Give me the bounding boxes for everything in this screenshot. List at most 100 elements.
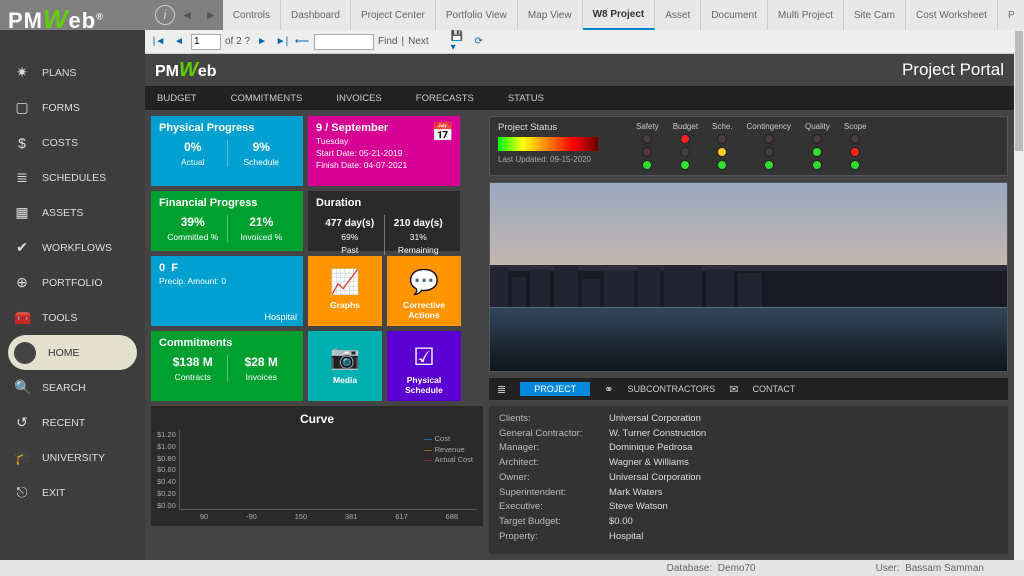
find-input[interactable] [314,34,374,50]
tab-subcontractors[interactable]: SUBCONTRACTORS [627,384,715,394]
nav-icon: ≣ [14,169,30,186]
top-tab[interactable]: Multi Project [768,0,844,30]
top-tab[interactable]: P [998,0,1024,30]
camera-icon: 📷 [316,343,374,372]
kpi-col: Safety [636,122,659,170]
status-gradient [498,137,598,151]
tile-duration[interactable]: Duration 477 day(s)69%Past 210 day(s)31%… [308,191,460,251]
status-bar: Database: Demo70 User: Bassam Samman [0,560,1024,576]
first-page-icon[interactable]: |◄ [151,34,167,50]
sidebar-item[interactable]: ⊕PORTFOLIO [0,265,145,300]
status-dot [850,134,860,144]
chat-icon: 💬 [395,268,453,297]
kpi-col: Scope [844,122,867,170]
tile-date[interactable]: 9 / September Tuesday Start Date: 05-21-… [308,116,460,186]
info-icon[interactable]: i [155,5,175,25]
sidebar-item[interactable]: ▢FORMS [0,90,145,125]
curve-chart: Curve $1.20$1.00$0.80$0.60$0.40$0.20$0.0… [151,406,483,526]
top-tabs: ControlsDashboardProject CenterPortfolio… [223,0,1024,30]
portal-nav-item[interactable]: STATUS [508,93,544,104]
top-tab[interactable]: Document [701,0,768,30]
portal-nav-item[interactable]: INVOICES [336,93,381,104]
list-icon: ≣ [497,383,506,396]
sidebar-item[interactable]: 🔍SEARCH [0,370,145,405]
project-status-panel: Project Status Last Updated: 09-15-2020 … [489,116,1008,176]
sidebar-item[interactable]: 🎓UNIVERSITY [0,440,145,475]
top-tab[interactable]: Controls [223,0,281,30]
avatar [14,342,36,364]
next-page-icon[interactable]: ► [254,34,270,50]
nav-next-icon[interactable]: ► [205,8,217,22]
info-row: Clients:Universal Corporation [499,412,998,427]
tile-commitments[interactable]: Commitments $138 MContracts $28 MInvoice… [151,331,303,401]
org-icon: ⚭ [604,383,613,396]
refresh-icon[interactable]: ⟳ [471,34,487,50]
tile-physical-progress[interactable]: Physical Progress 0%Actual 9%Schedule [151,116,303,186]
tile-media[interactable]: 📷 Media [308,331,382,401]
top-tab[interactable]: Portfolio View [436,0,518,30]
portal-nav-item[interactable]: BUDGET [157,93,197,104]
sidebar-item[interactable]: ≣SCHEDULES [0,160,145,195]
info-row: Architect:Wagner & Williams [499,456,998,471]
status-dot [680,160,690,170]
top-tab[interactable]: Cost Worksheet [906,0,998,30]
tab-project[interactable]: PROJECT [520,382,590,396]
tab-contact[interactable]: CONTACT [753,384,796,394]
status-dot [812,160,822,170]
status-dot [717,147,727,157]
find-label[interactable]: Find [378,36,397,47]
page-of: of 2 ? [225,36,250,47]
nav-icon: ✷ [14,64,30,81]
tile-corrective-actions[interactable]: 💬 Corrective Actions [387,256,461,326]
portal-logo: PMWeb [155,59,217,82]
sidebar-item[interactable]: $COSTS [0,125,145,160]
sidebar-item[interactable]: ✔WORKFLOWS [0,230,145,265]
prev-page-icon[interactable]: ◄ [171,34,187,50]
kpi-col: Budget [673,122,698,170]
portal-nav-item[interactable]: COMMITMENTS [231,93,303,104]
sidebar-item[interactable]: HOME [8,335,137,370]
tile-physical-schedule[interactable]: ☑ Physical Schedule [387,331,461,401]
status-dot [680,147,690,157]
kpi-col: Contingency [747,122,791,170]
sidebar: ✷PLANS▢FORMS$COSTS≣SCHEDULES▦ASSETS✔WORK… [0,30,145,560]
last-page-icon[interactable]: ►| [274,34,290,50]
mail-icon: ✉ [729,383,738,396]
info-row: Superintendent:Mark Waters [499,486,998,501]
top-tab[interactable]: Map View [518,0,583,30]
top-tab[interactable]: Project Center [351,0,436,30]
top-tab[interactable]: Site Cam [844,0,906,30]
status-dot [642,147,652,157]
info-row: Executive:Steve Watson [499,500,998,515]
tile-weather[interactable]: 0 F Precip. Amount: 0 Hospital [151,256,303,326]
next-label[interactable]: Next [408,36,429,47]
info-row: Manager:Dominique Pedrosa [499,441,998,456]
nav-icon: $ [14,135,30,151]
sidebar-item[interactable]: ↺RECENT [0,405,145,440]
nav-icon: 🎓 [14,449,30,466]
export-icon[interactable]: 💾▾ [451,34,467,50]
project-portal: PMWeb Project Portal BUDGETCOMMITMENTSIN… [145,54,1014,560]
top-tab[interactable]: Asset [655,0,701,30]
status-dot [764,160,774,170]
sidebar-item[interactable]: ⎋EXIT [0,475,145,510]
nav-prev-icon[interactable]: ◄ [181,8,193,22]
top-tab[interactable]: W8 Project [583,0,656,30]
sidebar-item[interactable]: ✷PLANS [0,55,145,90]
scrollbar[interactable] [1014,30,1024,560]
page-input[interactable] [191,34,221,50]
info-row: Property:Hospital [499,530,998,545]
sidebar-item[interactable]: 🧰TOOLS [0,300,145,335]
nav-icon: 🔍 [14,379,30,396]
checklist-icon: ☑ [395,343,453,372]
chart-icon: 📈 [316,268,374,297]
kpi-col: Sche. [712,122,732,170]
tile-graphs[interactable]: 📈 Graphs [308,256,382,326]
sidebar-item[interactable]: ▦ASSETS [0,195,145,230]
tile-financial-progress[interactable]: Financial Progress 39%Committed % 21%Inv… [151,191,303,251]
portal-nav-item[interactable]: FORECASTS [416,93,474,104]
report-toolbar: |◄ ◄ of 2 ? ► ►| ⟵ Find | Next 💾▾ ⟳ [145,30,1014,54]
back-parent-icon[interactable]: ⟵ [294,34,310,50]
nav-icon: ⎋ [14,484,30,501]
top-tab[interactable]: Dashboard [281,0,351,30]
